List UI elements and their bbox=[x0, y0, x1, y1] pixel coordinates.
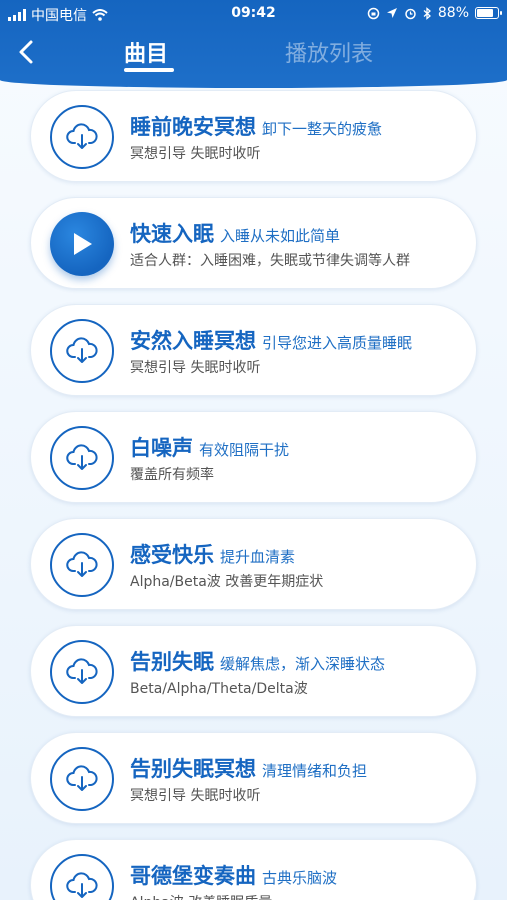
download-button[interactable] bbox=[50, 854, 114, 900]
download-button[interactable] bbox=[50, 640, 114, 704]
track-title-row: 白噪声 有效阻隔干扰 bbox=[130, 432, 289, 462]
track-description: Alpha波 改善睡眠质量 bbox=[130, 892, 272, 900]
track-description: 适合人群：入睡困难，失眠或节律失调等人群 bbox=[130, 253, 410, 269]
track-card[interactable]: 哥德堡变奏曲古典乐脑波 Alpha波 改善睡眠质量 bbox=[30, 839, 477, 900]
track-card[interactable]: 告别失眠 缓解焦虑，渐入深睡状态 Beta/Alpha/Theta/Delta波 bbox=[30, 625, 477, 717]
download-button[interactable] bbox=[50, 747, 114, 811]
header-bar: 中国电信 09:42 88% 曲目 播放列表 bbox=[0, 0, 507, 88]
track-title: 快速入眠 bbox=[130, 222, 214, 246]
track-subtitle: 缓解焦虑，渐入深睡状态 bbox=[220, 655, 386, 673]
track-title: 安然入睡冥想 bbox=[130, 329, 256, 353]
tab-playlist[interactable]: 播放列表 bbox=[285, 36, 373, 68]
track-description: 冥想引导 失眠时收听 bbox=[130, 360, 261, 376]
battery-percent: 88% bbox=[437, 5, 469, 21]
track-title-row: 告别失眠冥想 清理情绪和负担 bbox=[130, 753, 367, 783]
track-title-row: 感受快乐 提升血清素 bbox=[130, 539, 295, 569]
download-button[interactable] bbox=[50, 319, 114, 383]
track-description: 冥想引导 失眠时收听 bbox=[130, 788, 261, 804]
track-subtitle: 古典乐脑波 bbox=[262, 869, 338, 887]
cloud-download-icon bbox=[66, 872, 98, 898]
alarm-icon bbox=[405, 8, 416, 19]
track-title-row: 快速入眠 入睡从未如此简单 bbox=[130, 218, 340, 248]
track-title: 白噪声 bbox=[130, 436, 193, 460]
track-title: 告别失眠 bbox=[130, 650, 214, 674]
bluetooth-icon bbox=[423, 6, 431, 20]
track-subtitle: 有效阻隔干扰 bbox=[199, 441, 290, 459]
tab-tracks[interactable]: 曲目 bbox=[124, 36, 168, 68]
tab-active-indicator bbox=[124, 68, 174, 72]
track-title: 告别失眠冥想 bbox=[130, 757, 256, 781]
track-title-row: 告别失眠 缓解焦虑，渐入深睡状态 bbox=[130, 646, 385, 676]
cloud-download-icon bbox=[66, 765, 98, 791]
cloud-download-icon bbox=[66, 658, 98, 684]
track-title: 睡前晚安冥想 bbox=[130, 115, 256, 139]
track-card-playing[interactable]: 快速入眠 入睡从未如此简单 适合人群：入睡困难，失眠或节律失调等人群 bbox=[30, 197, 477, 289]
back-arrow-icon[interactable] bbox=[12, 36, 40, 68]
track-subtitle: 入睡从未如此简单 bbox=[220, 227, 341, 245]
play-button[interactable] bbox=[50, 212, 114, 276]
track-subtitle: 提升血清素 bbox=[220, 548, 296, 566]
track-description: 覆盖所有频率 bbox=[130, 467, 214, 483]
battery-icon bbox=[475, 7, 502, 19]
cloud-download-icon bbox=[66, 444, 98, 470]
track-card[interactable]: 告别失眠冥想 清理情绪和负担 冥想引导 失眠时收听 bbox=[30, 732, 477, 824]
rotation-lock-icon bbox=[367, 7, 380, 19]
cloud-download-icon bbox=[66, 551, 98, 577]
track-card[interactable]: 感受快乐 提升血清素 Alpha/Beta波 改善更年期症状 bbox=[30, 518, 477, 610]
track-subtitle: 引导您进入高质量睡眠 bbox=[262, 334, 413, 352]
track-title-row: 安然入睡冥想 引导您进入高质量睡眠 bbox=[130, 325, 412, 355]
cloud-download-icon bbox=[66, 337, 98, 363]
track-card[interactable]: 睡前晚安冥想 卸下一整天的疲惫 冥想引导 失眠时收听 bbox=[30, 90, 477, 182]
track-subtitle: 清理情绪和负担 bbox=[262, 762, 368, 780]
battery-fill bbox=[477, 9, 493, 17]
download-button[interactable] bbox=[50, 105, 114, 169]
track-title-row: 睡前晚安冥想 卸下一整天的疲惫 bbox=[130, 111, 382, 141]
track-card[interactable]: 安然入睡冥想 引导您进入高质量睡眠 冥想引导 失眠时收听 bbox=[30, 304, 477, 396]
status-right: 88% bbox=[367, 5, 502, 21]
track-title: 哥德堡变奏曲 bbox=[130, 864, 256, 888]
status-bar: 中国电信 09:42 88% bbox=[0, 0, 507, 28]
cloud-download-icon bbox=[66, 123, 98, 149]
track-description: 冥想引导 失眠时收听 bbox=[130, 146, 261, 162]
track-description: Beta/Alpha/Theta/Delta波 bbox=[130, 681, 308, 697]
play-icon bbox=[74, 233, 92, 255]
location-icon bbox=[386, 8, 397, 18]
track-description: Alpha/Beta波 改善更年期症状 bbox=[130, 574, 324, 590]
track-subtitle: 卸下一整天的疲惫 bbox=[262, 120, 383, 138]
download-button[interactable] bbox=[50, 426, 114, 490]
track-card[interactable]: 白噪声 有效阻隔干扰 覆盖所有频率 bbox=[30, 411, 477, 503]
download-button[interactable] bbox=[50, 533, 114, 597]
track-title-row: 哥德堡变奏曲 古典乐脑波 bbox=[130, 860, 337, 890]
track-title: 感受快乐 bbox=[130, 543, 214, 567]
